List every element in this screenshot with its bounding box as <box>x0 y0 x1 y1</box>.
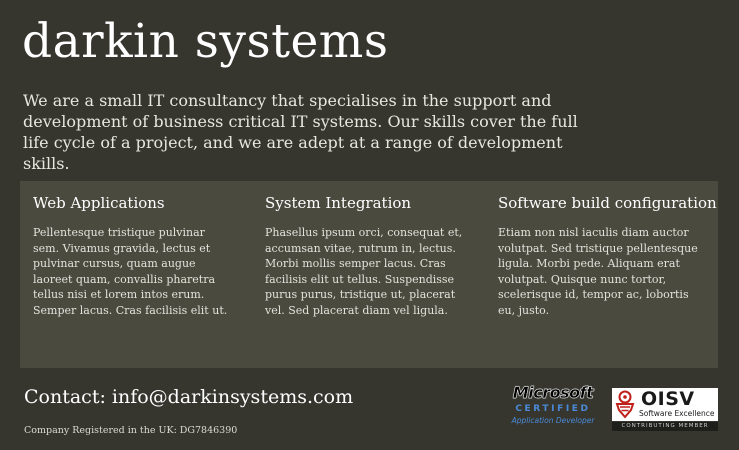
service-description: Pellentesque tristique pulvinar sem. Viv… <box>33 226 228 317</box>
service-system-integration: System Integration Phasellus ipsum orci,… <box>265 193 465 318</box>
service-description: Phasellus ipsum orci, consequat et, accu… <box>265 226 463 317</box>
contact-email-link[interactable]: Contact: info@darkinsystems.com <box>24 386 353 408</box>
service-title: System Integration <box>265 194 412 212</box>
service-title: Software build configuration <box>498 194 717 212</box>
oisv-badge-header: OISV Software Excellence <box>612 388 718 421</box>
oisv-logo-text: OISV <box>641 388 695 410</box>
microsoft-certified-badge: Microsoft CERTIFIED Application Develope… <box>505 383 601 434</box>
company-registration: Company Registered in the UK: DG7846390 <box>24 425 238 436</box>
microsoft-role-label: Application Developer <box>511 416 595 425</box>
service-title: Web Applications <box>33 194 165 212</box>
microsoft-logo: Microsoft <box>512 383 594 402</box>
services-panel: Web Applications Pellentesque tristique … <box>20 181 718 368</box>
service-web-applications: Web Applications Pellentesque tristique … <box>33 193 233 318</box>
oisv-member-label: CONTRIBUTING MEMBER <box>612 422 718 431</box>
service-description: Etiam non nisl iaculis diam auctor volut… <box>498 226 698 317</box>
oisv-badge: OISV Software Excellence CONTRIBUTING ME… <box>612 388 718 432</box>
site-logo-text: darkin systems <box>22 14 389 69</box>
oisv-tagline: Software Excellence <box>639 409 715 418</box>
microsoft-certified-label: CERTIFIED <box>515 404 591 414</box>
oisv-emblem-icon <box>615 390 635 419</box>
service-software-build-configuration: Software build configuration Etiam non n… <box>498 193 717 318</box>
intro-paragraph: We are a small IT consultancy that speci… <box>23 91 578 173</box>
